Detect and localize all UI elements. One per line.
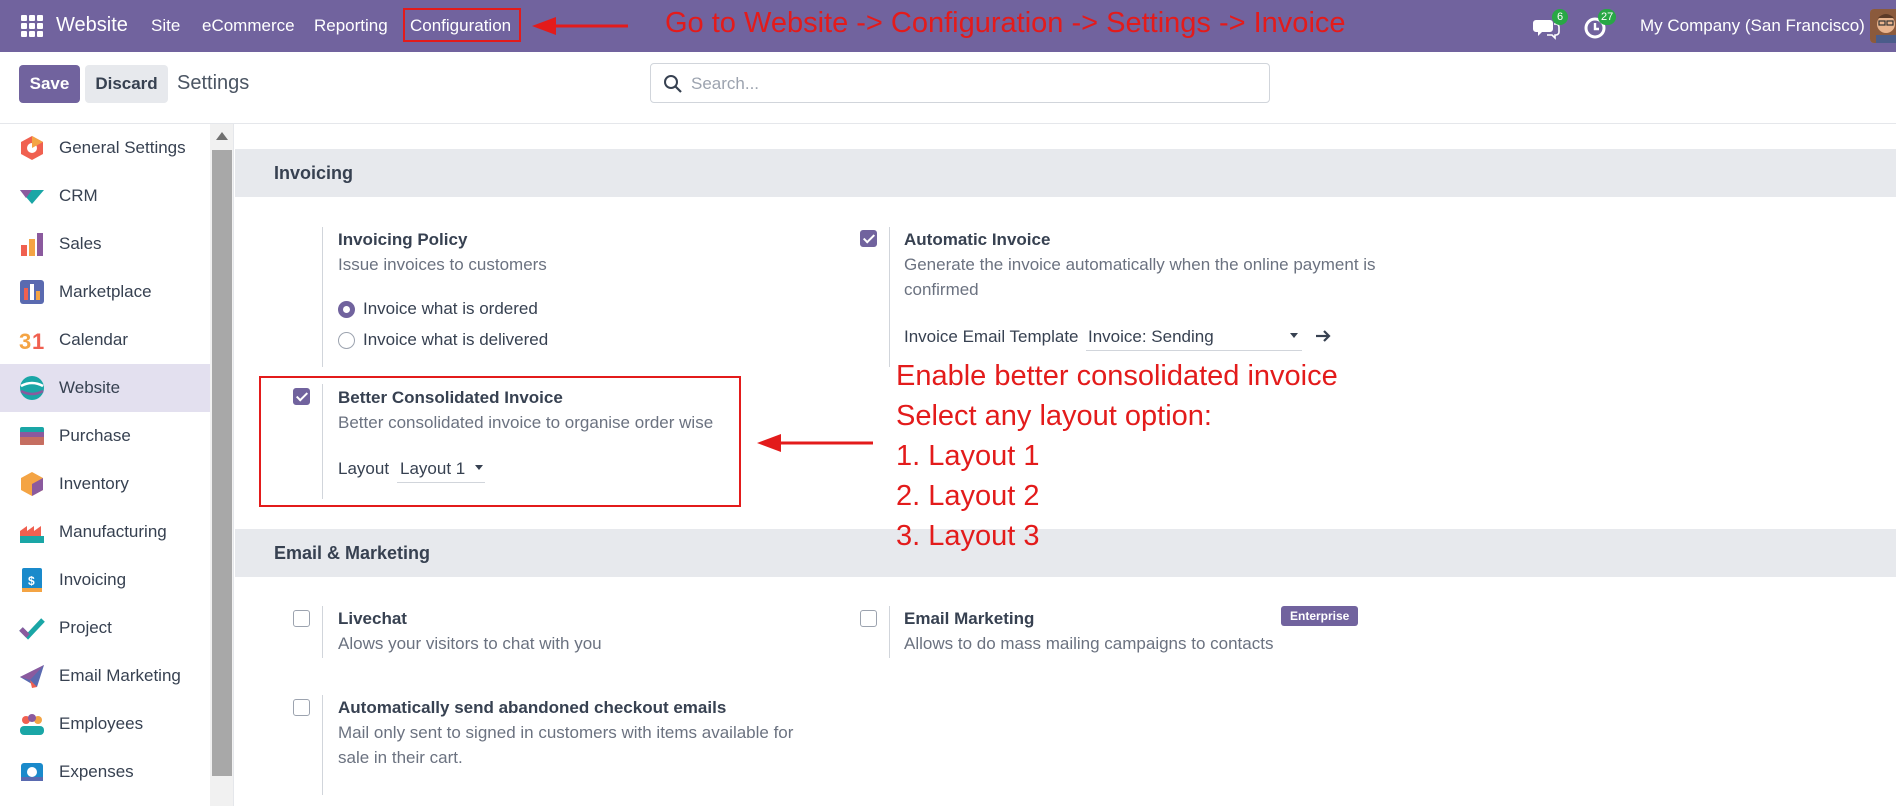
abandoned-checkout-checkbox[interactable] [293,699,310,716]
messages-badge: 6 [1552,9,1568,25]
annotation-arrow-left-icon [757,434,873,452]
annotation-top-instruction: Go to Website -> Configuration -> Settin… [665,7,1346,39]
sidebar-item-expenses[interactable]: Expenses [0,748,210,796]
setting-divider [889,606,890,658]
sales-icon [21,233,43,256]
sidebar-item-crm[interactable]: CRM [0,172,210,220]
radio-invoice-ordered[interactable] [338,301,355,318]
sidebar-item-project[interactable]: Project [0,604,210,652]
invoice-email-template-value: Invoice: Sending [1088,327,1214,346]
user-avatar[interactable] [1870,9,1896,43]
menu-ecommerce[interactable]: eCommerce [202,16,295,36]
manufacturing-icon [20,526,44,543]
company-switcher[interactable]: My Company (San Francisco) [1640,16,1865,36]
scroll-up-icon[interactable] [216,132,228,140]
livechat-desc: Alows your visitors to chat with you [338,634,602,653]
svg-text:3: 3 [19,329,31,353]
section-header-email-marketing: Email & Marketing [235,529,1896,577]
sidebar-item-invoicing[interactable]: $ Invoicing [0,556,210,604]
automatic-invoice-desc-line2: confirmed [904,280,979,299]
abandoned-checkout-desc-line2: sale in their cart. [338,748,463,767]
consolidated-invoice-highlight-box [259,376,741,507]
invoicing-policy-desc: Issue invoices to customers [338,255,547,274]
scrollbar-thumb[interactable] [212,150,232,776]
crm-icon [20,190,44,204]
annotation-line-4: 2. Layout 2 [896,480,1040,512]
abandoned-checkout-title: Automatically send abandoned checkout em… [338,698,727,717]
sidebar-item-calendar[interactable]: 31 Calendar [0,316,210,364]
livechat-title: Livechat [338,609,407,628]
svg-text:1: 1 [32,329,44,353]
automatic-invoice-desc-line1: Generate the invoice automatically when … [904,255,1376,274]
configuration-highlight-box [403,8,521,42]
purchase-icon [20,427,44,445]
chevron-down-icon [1290,333,1298,338]
search-input[interactable] [691,72,1251,96]
annotation-line-3: 1. Layout 1 [896,440,1040,472]
website-icon [20,376,44,400]
control-panel: Save Discard Settings [0,52,1896,124]
invoicing-icon: $ [22,568,42,592]
email-marketing-icon [20,665,44,688]
activities-icon[interactable]: 27 [1582,9,1617,42]
sidebar-item-manufacturing[interactable]: Manufacturing [0,508,210,556]
page-title: Settings [177,72,250,94]
email-marketing-checkbox[interactable] [860,610,877,627]
employees-icon [20,714,44,735]
sidebar-item-email-marketing[interactable]: Email Marketing [0,652,210,700]
sidebar-scrollbar[interactable] [210,124,234,806]
email-marketing-desc: Allows to do mass mailing campaigns to c… [904,634,1274,653]
setting-divider [322,695,323,795]
annotation-line-2: Select any layout option: [896,400,1212,432]
menu-reporting[interactable]: Reporting [314,16,388,36]
automatic-invoice-title: Automatic Invoice [904,230,1051,249]
sidebar-item-inventory[interactable]: Inventory [0,460,210,508]
discard-button[interactable]: Discard [85,65,168,103]
invoice-email-template-label: Invoice Email Template [904,327,1079,346]
section-title-invoicing: Invoicing [274,163,354,183]
sidebar-item-purchase[interactable]: Purchase [0,412,210,460]
annotation-arrow-left-icon [532,17,628,35]
email-marketing-title: Email Marketing [904,609,1035,628]
sidebar-item-general-settings[interactable]: General Settings [0,124,210,172]
setting-divider [322,606,323,658]
invoicing-policy-title: Invoicing Policy [338,230,468,249]
section-title-email-marketing: Email & Marketing [274,543,431,563]
save-button[interactable]: Save [19,65,80,103]
radio-label-invoice-ordered[interactable]: Invoice what is ordered [363,299,538,319]
expenses-icon [21,763,43,781]
abandoned-checkout-desc-line1: Mail only sent to signed in customers wi… [338,723,794,742]
app-brand[interactable]: Website [56,14,128,37]
section-header-invoicing: Invoicing [235,149,1896,197]
enterprise-badge: Enterprise [1281,606,1359,626]
sidebar-item-marketplace[interactable]: Marketplace [0,268,210,316]
search-box[interactable] [650,63,1270,103]
livechat-checkbox[interactable] [293,610,310,627]
inventory-icon [21,472,43,496]
sidebar-item-website[interactable]: Website [0,364,210,412]
invoice-email-template-select[interactable]: Invoice: Sending [1086,323,1302,351]
radio-invoice-delivered[interactable] [338,332,355,349]
calendar-icon: 31 [19,329,44,353]
annotation-line-5: 3. Layout 3 [896,520,1040,552]
radio-label-invoice-delivered[interactable]: Invoice what is delivered [363,330,548,350]
activities-badge: 27 [1598,9,1617,25]
external-link-arrow-icon[interactable] [1314,327,1332,345]
messages-icon[interactable]: 6 [1532,9,1568,42]
menu-site[interactable]: Site [151,16,180,36]
annotation-line-1: Enable better consolidated invoice [896,360,1338,392]
search-icon [664,75,682,93]
general-settings-icon [21,136,43,160]
sidebar-item-sales[interactable]: Sales [0,220,210,268]
project-icon [19,618,45,640]
svg-text:$: $ [28,574,35,588]
apps-menu-icon[interactable] [21,15,43,37]
settings-sidebar: General Settings CRM Sales Marketplace 3… [0,124,210,806]
automatic-invoice-checkbox[interactable] [860,230,877,247]
marketplace-icon [20,280,44,304]
setting-divider [322,227,323,367]
setting-divider [889,227,890,367]
sidebar-item-employees[interactable]: Employees [0,700,210,748]
